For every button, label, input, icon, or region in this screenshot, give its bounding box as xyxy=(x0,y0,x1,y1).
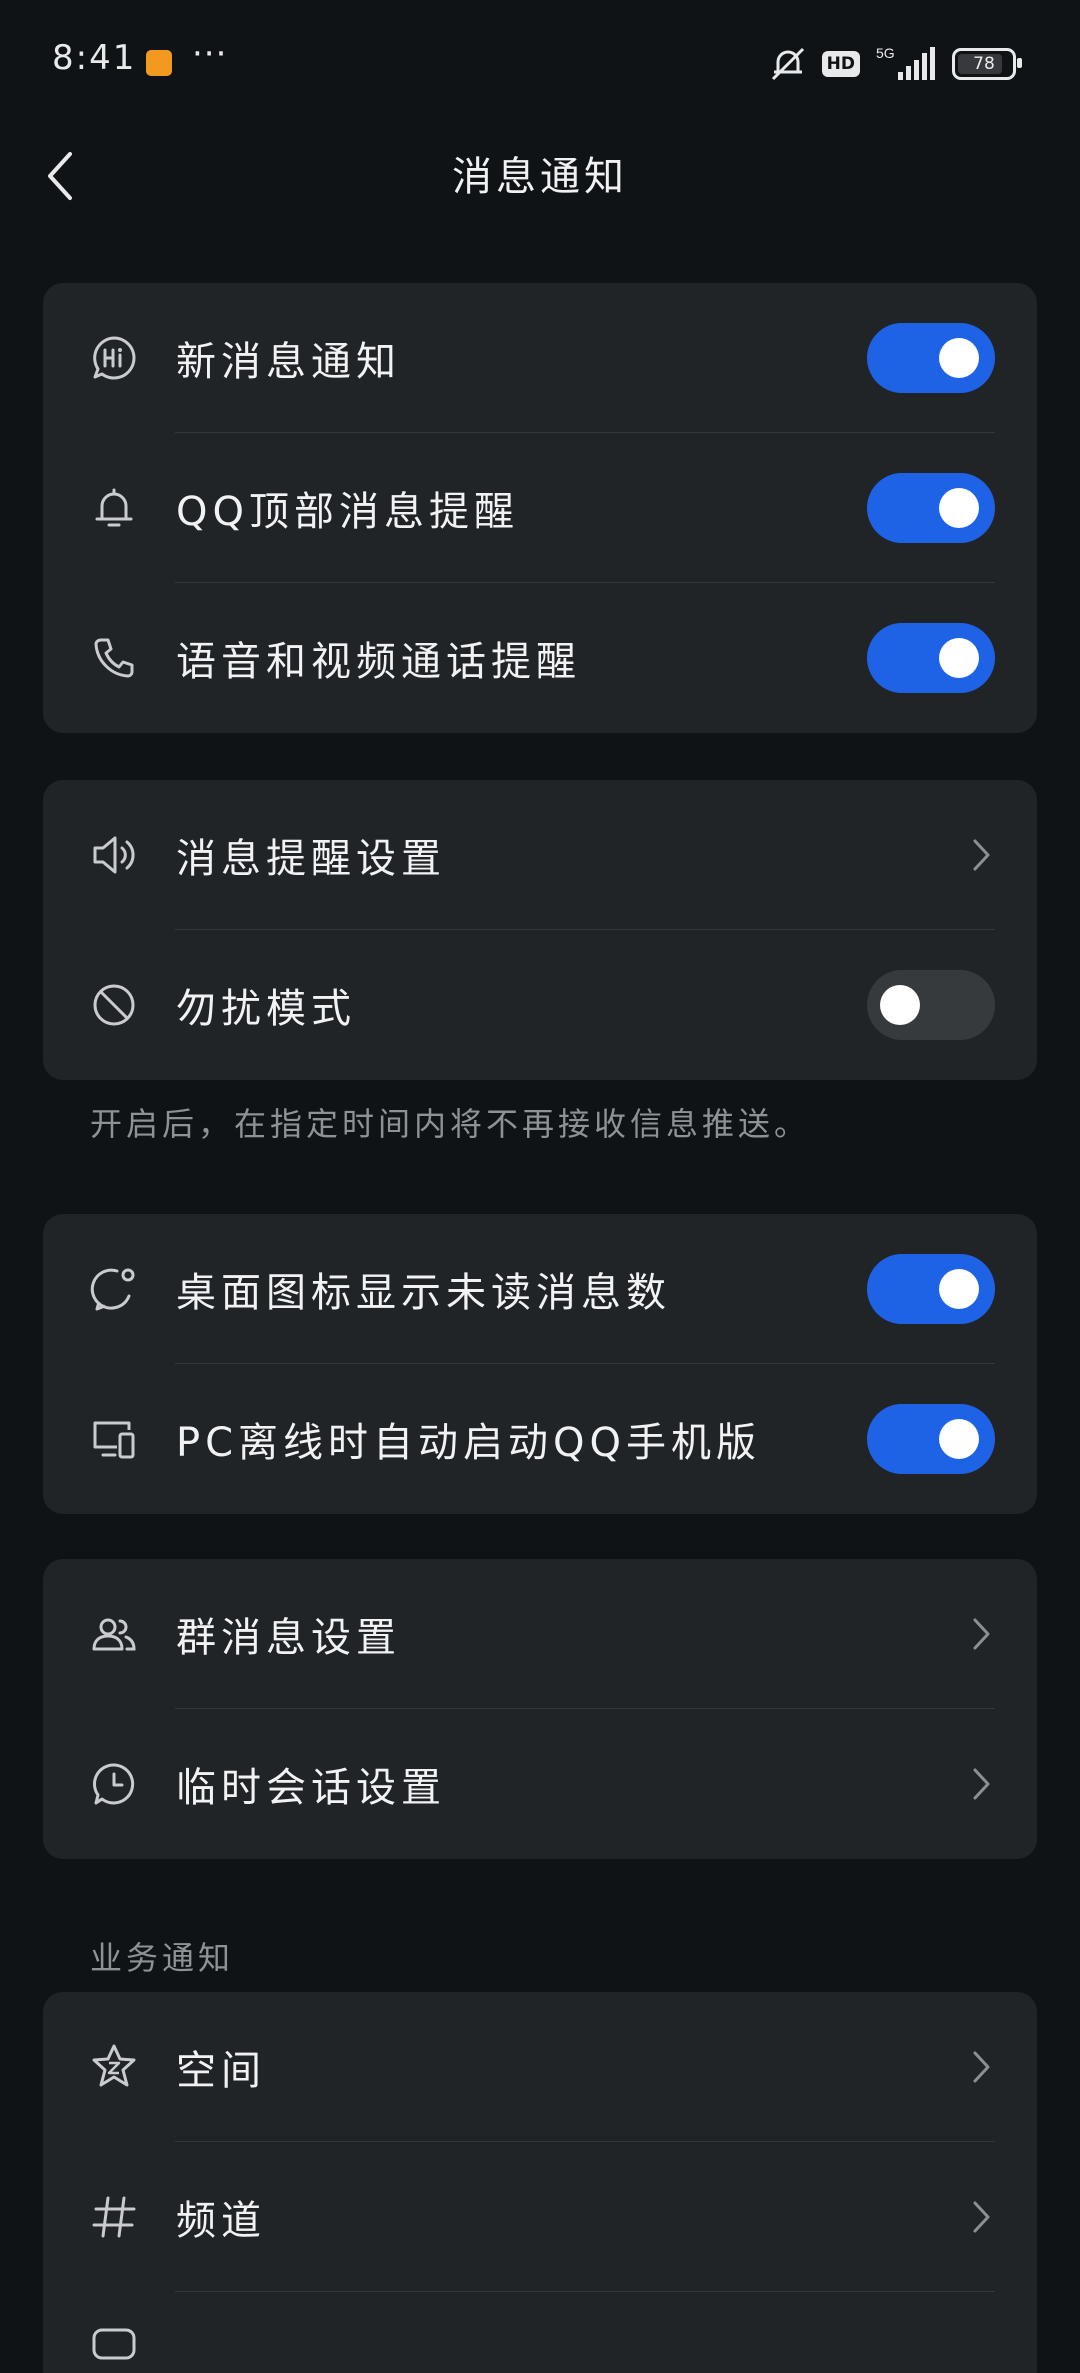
chevron-right-icon xyxy=(973,2051,990,2083)
speaker-icon xyxy=(93,836,135,874)
hash-icon xyxy=(92,2196,136,2238)
bell-icon xyxy=(95,488,133,527)
row-partial-hidden xyxy=(43,2292,1037,2373)
status-bar: 8:41 ··· HD 5G 78 xyxy=(0,0,1080,120)
card-business-notifications: 空间 频道 xyxy=(43,1992,1037,2373)
top-reminder-toggle[interactable] xyxy=(867,473,995,543)
row-pc-offline-auto-start[interactable]: PC离线时自动启动QQ手机版 xyxy=(43,1364,1037,1514)
row-channel[interactable]: 频道 xyxy=(43,2142,1037,2292)
block-icon xyxy=(93,984,135,1026)
row-temp-chat-settings[interactable]: 临时会话设置 xyxy=(43,1709,1037,1859)
row-qzone[interactable]: 空间 xyxy=(43,1992,1037,2142)
row-top-message-reminder[interactable]: QQ顶部消息提醒 xyxy=(43,433,1037,583)
new-message-toggle[interactable] xyxy=(867,323,995,393)
row-label: 群消息设置 xyxy=(176,1615,401,1661)
app-notification-icon xyxy=(146,50,172,76)
row-label: 语音和视频通话提醒 xyxy=(176,639,581,685)
row-label: 频道 xyxy=(176,2198,266,2244)
card-chat-settings: 群消息设置 临时会话设置 xyxy=(43,1559,1037,1859)
row-message-reminder-settings[interactable]: 消息提醒设置 xyxy=(43,780,1037,930)
chevron-right-icon xyxy=(973,1768,990,1800)
row-label: 勿扰模式 xyxy=(176,986,356,1032)
row-label: QQ顶部消息提醒 xyxy=(176,489,519,535)
row-label: 桌面图标显示未读消息数 xyxy=(176,1270,671,1316)
chat-bubble-icon xyxy=(92,2328,136,2360)
status-icons: HD 5G 78 xyxy=(768,44,1022,84)
hd-badge: HD xyxy=(821,51,860,77)
chevron-right-icon xyxy=(973,839,990,871)
row-do-not-disturb[interactable]: 勿扰模式 xyxy=(43,930,1037,1080)
row-new-message-notify[interactable]: 新消息通知 xyxy=(43,283,1037,433)
star-icon xyxy=(92,2044,136,2087)
pc-offline-toggle[interactable] xyxy=(867,1404,995,1474)
row-unread-badge[interactable]: 桌面图标显示未读消息数 xyxy=(43,1214,1037,1364)
more-notifications-icon: ··· xyxy=(192,34,228,74)
page-title: 消息通知 xyxy=(452,154,628,200)
chevron-right-icon xyxy=(973,1618,990,1650)
card-reminder-settings: 消息提醒设置 勿扰模式 xyxy=(43,780,1037,1080)
card-badge-settings: 桌面图标显示未读消息数 PC离线时自动启动QQ手机版 xyxy=(43,1214,1037,1514)
network-label: 5G xyxy=(876,45,895,61)
mute-bell-icon xyxy=(771,47,804,81)
call-reminder-toggle[interactable] xyxy=(867,623,995,693)
devices-icon xyxy=(93,1421,135,1459)
row-label: 临时会话设置 xyxy=(176,1765,446,1811)
do-not-disturb-toggle[interactable] xyxy=(867,970,995,1040)
clock-bubble-icon xyxy=(93,1763,135,1805)
group-icon xyxy=(92,1618,136,1651)
row-label: PC离线时自动启动QQ手机版 xyxy=(176,1420,762,1466)
phone-icon xyxy=(94,638,134,678)
battery-indicator: 78 xyxy=(952,48,1022,80)
row-call-reminder[interactable]: 语音和视频通话提醒 xyxy=(43,583,1037,733)
badge-bubble-icon xyxy=(90,1268,135,1311)
row-label: 空间 xyxy=(176,2048,266,2094)
row-label: 新消息通知 xyxy=(176,339,401,385)
row-group-message-settings[interactable]: 群消息设置 xyxy=(43,1559,1037,1709)
unread-badge-toggle[interactable] xyxy=(867,1254,995,1324)
hi-bubble-icon xyxy=(93,336,136,380)
nav-bar: 消息通知 xyxy=(0,120,1080,230)
card-notifications: 新消息通知 QQ顶部消息提醒 语音和视频通话提醒 xyxy=(43,283,1037,733)
business-section-title: 业务通知 xyxy=(90,1939,235,1977)
signal-icon: 5G xyxy=(876,45,935,80)
do-not-disturb-hint: 开启后，在指定时间内将不再接收信息推送。 xyxy=(90,1105,811,1143)
status-time: 8:41 xyxy=(52,38,137,78)
row-label: 消息提醒设置 xyxy=(176,836,446,882)
chevron-right-icon xyxy=(973,2201,990,2233)
